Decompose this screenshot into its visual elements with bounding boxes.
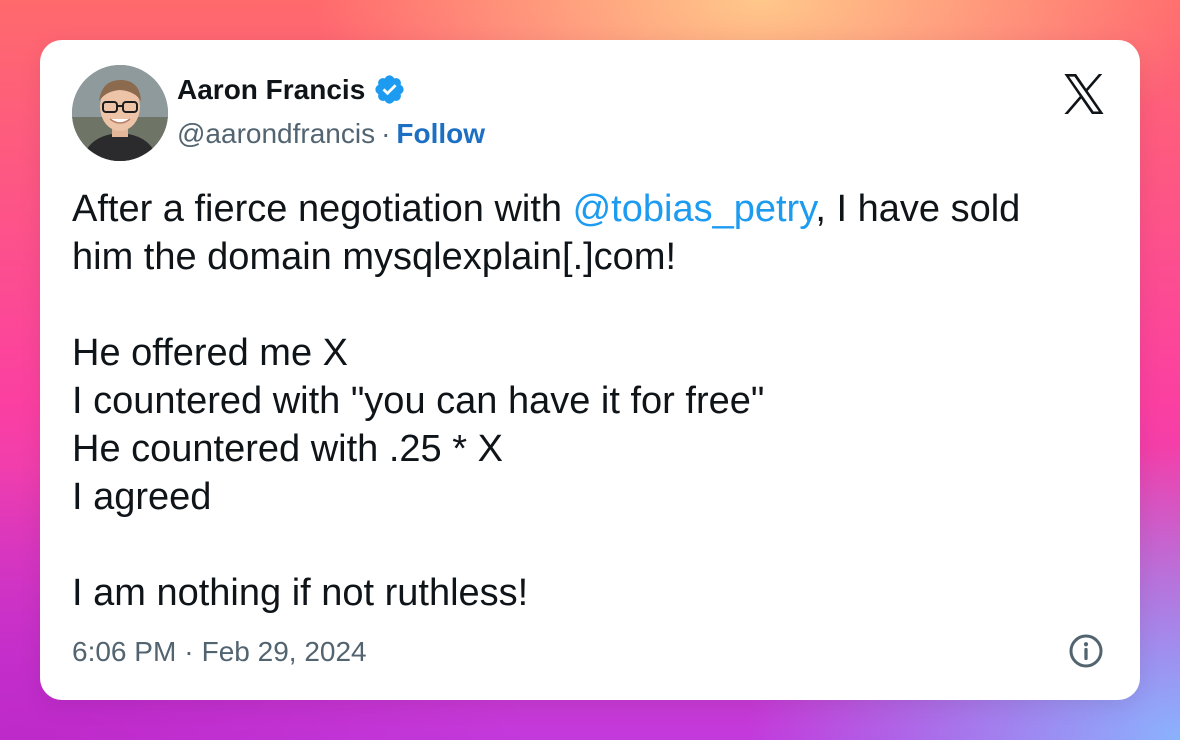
tweet-timestamp[interactable]: 6:06 PM · Feb 29, 2024 <box>72 636 367 668</box>
verified-badge-icon <box>373 73 406 106</box>
tweet-line-3: He offered me X <box>72 332 349 374</box>
tweet-time: 6:06 PM <box>72 636 177 667</box>
tweet-line-7: I am nothing if not ruthless! <box>72 572 529 614</box>
tweet-text-segment: After a fierce negotiation with <box>72 188 573 230</box>
handle-separator: · <box>381 118 391 149</box>
tweet-date: Feb 29, 2024 <box>201 636 367 667</box>
tweet-line-4: I countered with "you can have it for fr… <box>72 380 765 422</box>
tweet-line-2: him the domain mysqlexplain[.]com! <box>72 236 677 278</box>
tweet-line-break <box>72 281 1092 329</box>
tweet-line-1: After a fierce negotiation with @tobias_… <box>72 185 1092 233</box>
author-handle-row: @aarondfrancis · Follow <box>177 118 485 150</box>
author-handle[interactable]: @aarondfrancis <box>177 118 375 150</box>
tweet-line-break <box>72 521 1092 569</box>
tweet-text: After a fierce negotiation with @tobias_… <box>72 185 1092 617</box>
author-name[interactable]: Aaron Francis <box>177 74 365 106</box>
info-icon[interactable] <box>1068 633 1104 669</box>
tweet-line-5: He countered with .25 * X <box>72 428 503 470</box>
follow-button[interactable]: Follow <box>396 118 485 150</box>
avatar[interactable] <box>72 65 168 161</box>
x-logo-icon[interactable] <box>1060 74 1108 114</box>
tweet-line-6: I agreed <box>72 476 212 518</box>
mention-link[interactable]: @tobias_petry <box>573 188 816 230</box>
author-name-row: Aaron Francis <box>177 73 406 106</box>
timestamp-separator: · <box>184 636 194 667</box>
tweet-text-segment: , I have sold <box>815 188 1021 230</box>
tweet-card: Aaron Francis @aarondfrancis · Follow Af… <box>40 40 1140 700</box>
